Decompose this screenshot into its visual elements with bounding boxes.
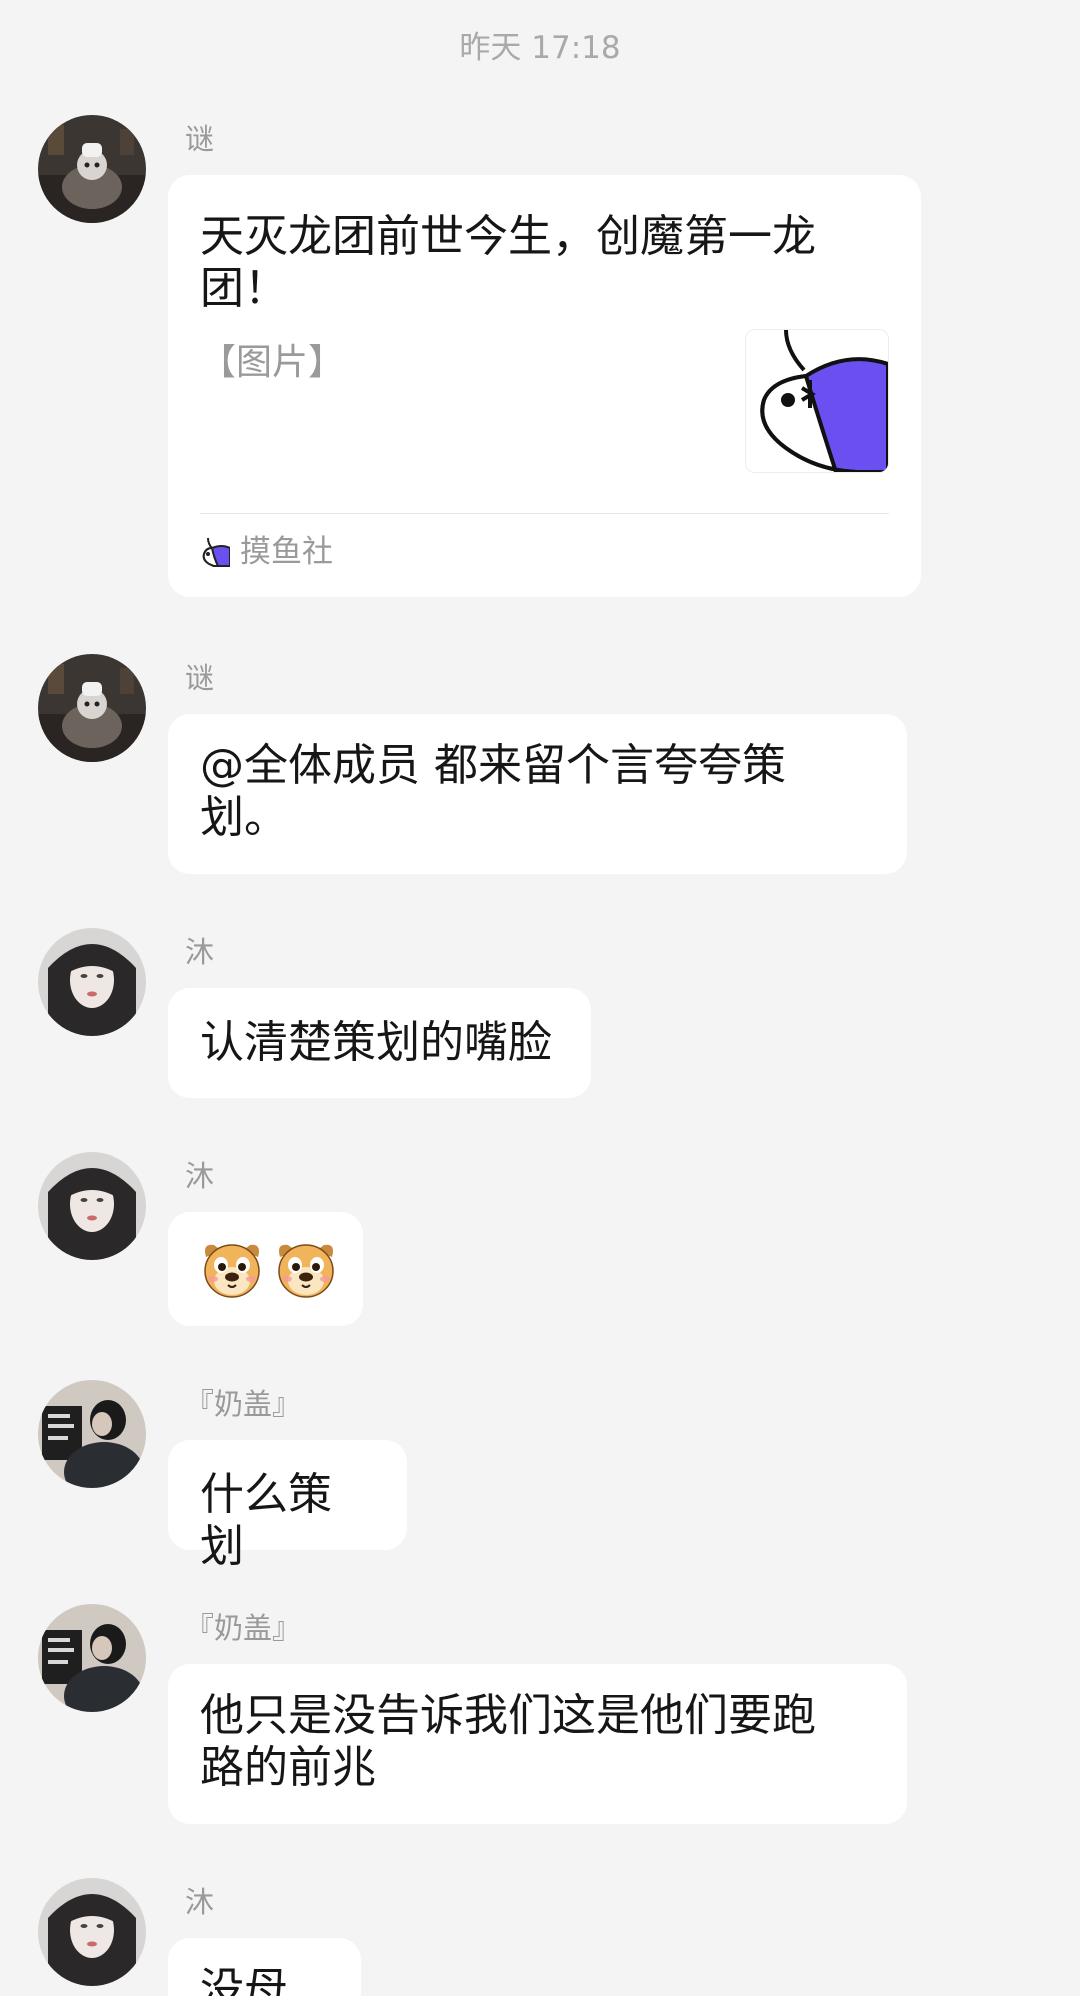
message-bubble[interactable] [168,1212,363,1326]
avatar[interactable] [38,1878,146,1986]
sender-name: 谜 [185,661,215,695]
sender-name: 沐 [185,935,215,969]
card-source-label: 摸鱼社 [240,534,333,570]
fish-logo-icon [745,329,889,473]
message-bubble[interactable]: 他只是没告诉我们这是他们要跑路的前兆 [168,1664,907,1824]
chat-timestamp: 昨天 17:18 [459,30,621,66]
sender-name: 沐 [185,1159,215,1193]
message-text: 他只是没告诉我们这是他们要跑路的前兆 [200,1690,816,1793]
card-title: 天灭龙团前世今生，创魔第一龙团！ [200,211,816,314]
avatar[interactable] [38,1604,146,1712]
avatar[interactable] [38,115,146,223]
message-bubble[interactable]: 认清楚策划的嘴脸 [168,988,591,1098]
shared-link-card[interactable]: 天灭龙团前世今生，创魔第一龙团！ 【图片】 摸鱼社 [168,175,921,597]
message-bubble[interactable]: @全体成员 都来留个言夸夸策划。 [168,714,907,874]
message-text: 认清楚策划的嘴脸 [200,1017,552,1068]
avatar[interactable] [38,1152,146,1260]
avatar[interactable] [38,928,146,1036]
message-text: 没母的 [200,1964,288,1996]
sender-name: 谜 [185,122,215,156]
fish-logo-icon [202,537,230,567]
avatar[interactable] [38,654,146,762]
sender-name: 『奶盖』 [185,1611,302,1645]
dog-face-emoji-icon [274,1237,338,1301]
message-text: @全体成员 都来留个言夸夸策划。 [200,740,786,843]
message-bubble[interactable]: 什么策划 [168,1440,407,1572]
message-text: 什么策划 [200,1469,332,1572]
message-bubble[interactable]: 没母的 [168,1938,361,1996]
sender-name: 『奶盖』 [185,1387,302,1421]
card-source[interactable]: 摸鱼社 [200,514,889,590]
sender-name: 沐 [185,1885,215,1919]
dog-face-emoji-icon [200,1237,264,1301]
card-description: 【图片】 [200,342,345,383]
avatar[interactable] [38,1380,146,1488]
